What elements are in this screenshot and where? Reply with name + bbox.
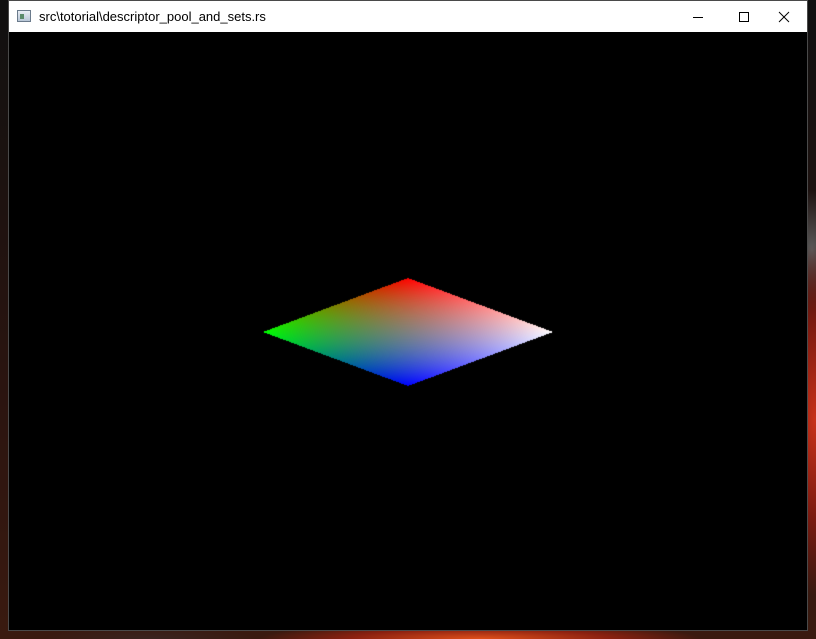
maximize-icon (739, 11, 749, 22)
window-title: src\totorial\descriptor_pool_and_sets.rs (39, 9, 266, 24)
minimize-button[interactable] (675, 1, 721, 32)
close-icon (778, 11, 790, 22)
app-icon (17, 10, 31, 22)
minimize-icon (693, 16, 703, 18)
close-button[interactable] (761, 1, 807, 32)
title-bar[interactable]: src\totorial\descriptor_pool_and_sets.rs (9, 1, 807, 32)
render-viewport[interactable] (9, 32, 807, 630)
rendered-quad (9, 32, 807, 630)
app-window: src\totorial\descriptor_pool_and_sets.rs (8, 0, 808, 631)
